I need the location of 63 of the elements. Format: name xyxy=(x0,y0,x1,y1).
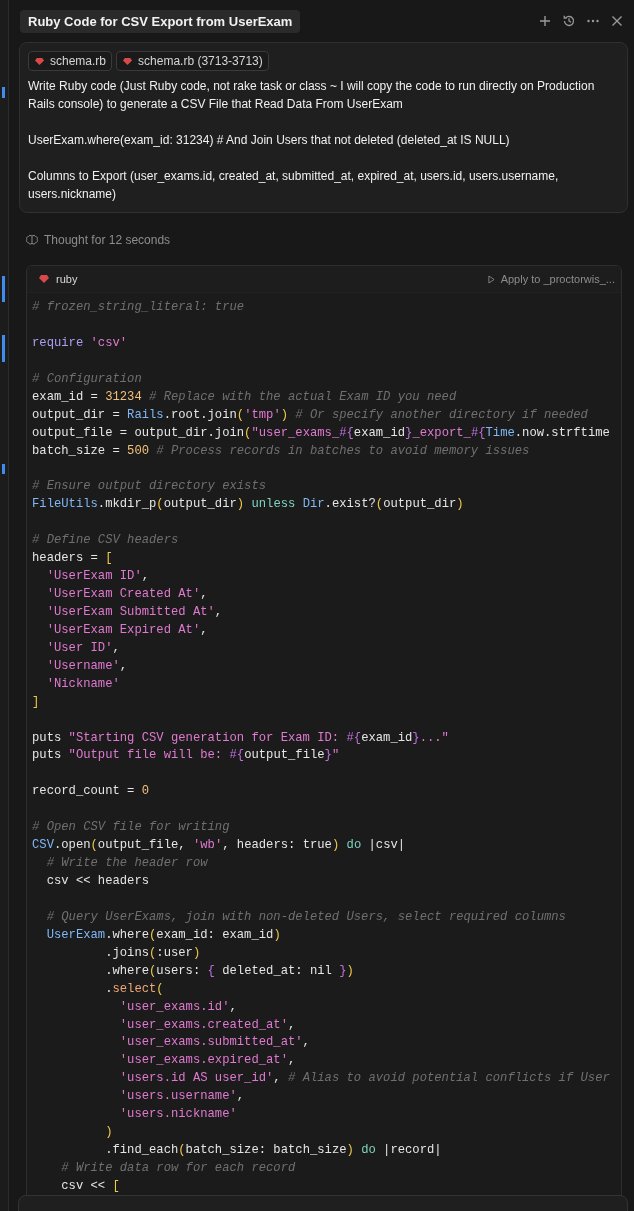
code-line: CSV.open(output_file, 'wb', headers: true) do |csv| xyxy=(32,837,406,855)
ruby-icon xyxy=(35,56,44,66)
change-marker xyxy=(2,464,5,474)
prompt-text: UserExam.where(exam_id: 31234) # And Join Users that not deleted (deleted_at IS NULL) xyxy=(28,132,511,149)
code-line: # Configuration xyxy=(32,370,142,388)
code-line: # Define CSV headers xyxy=(32,532,179,550)
code-line: headers = [ xyxy=(32,550,113,568)
change-marker xyxy=(2,335,5,362)
code-line: 'Username', xyxy=(45,657,128,675)
ruby-icon xyxy=(39,274,49,284)
code-line: .find_each(batch_size: batch_size) do |record| xyxy=(104,1142,442,1160)
code-line: .where(users: { deleted_at: nil }) xyxy=(104,962,354,980)
code-line: batch_size = 500 # Process records in batches to avoid memory issues xyxy=(32,442,530,460)
code-line: 'users.username', xyxy=(118,1088,245,1106)
add-icon[interactable] xyxy=(538,14,552,28)
code-line: record_count = 0 xyxy=(32,783,150,801)
code-line: 'User ID', xyxy=(45,639,120,657)
code-line: 'user_exams.id', xyxy=(118,998,237,1016)
file-chip[interactable]: schema.rb (3713-3713) xyxy=(116,51,269,71)
code-line: 'user_exams.created_at', xyxy=(118,1016,296,1034)
change-marker xyxy=(2,87,5,98)
change-marker xyxy=(2,276,5,302)
code-line: .joins(:user) xyxy=(104,944,201,962)
code-line: 'UserExam Submitted At', xyxy=(45,603,223,621)
file-chip[interactable]: schema.rb xyxy=(28,51,113,71)
play-icon xyxy=(487,274,495,284)
language-label: ruby xyxy=(56,273,78,285)
code-line: .select( xyxy=(104,980,164,998)
code-line: require 'csv' xyxy=(32,334,128,352)
code-line: # Write the header row xyxy=(45,855,208,873)
code-line: # frozen_string_literal: true xyxy=(32,299,245,316)
code-line: 'UserExam Created At', xyxy=(45,586,208,603)
code-line: # Ensure output directory exists xyxy=(32,478,267,496)
brain-icon xyxy=(25,234,39,246)
code-line: 'users.nickname' xyxy=(118,1106,237,1124)
apply-button[interactable]: Apply to _proctorwis_... xyxy=(487,273,615,285)
code-line: # Query UserExams, join with non-deleted Users, select required columns xyxy=(45,908,566,926)
code-line: output_file = output_dir.join("user_exams_#{exam_id}_export_#{Time.now.strftime xyxy=(32,424,610,442)
code-line: ) xyxy=(104,1124,113,1142)
code-line: csv << [ xyxy=(60,1177,120,1195)
code-line: exam_id = 31234 # Replace with the actual Exam ID you need xyxy=(32,388,457,406)
code-line: 'UserExam Expired At', xyxy=(45,621,208,639)
close-icon[interactable] xyxy=(610,14,624,28)
code-line: csv << headers xyxy=(45,873,150,890)
ruby-icon xyxy=(123,56,133,66)
code-line: UserExam.where(exam_id: exam_id) xyxy=(45,926,281,944)
chat-tab[interactable]: Ruby Code for CSV Export from UserExam xyxy=(20,9,301,33)
code-line: ] xyxy=(32,693,40,711)
code-line: FileUtils.mkdir_p(output_dir) unless Dir.exist?(output_dir) xyxy=(32,496,464,514)
code-line: 'user_exams.expired_at', xyxy=(118,1052,296,1070)
code-line: puts "Starting CSV generation for Exam ID: #{exam_id}..." xyxy=(32,729,449,747)
history-icon[interactable] xyxy=(562,14,576,28)
thought-label[interactable]: Thought for 12 seconds xyxy=(44,233,171,247)
code-line: 'UserExam ID', xyxy=(45,568,150,586)
code-line: puts "Output file will be: #{output_file}" xyxy=(32,747,340,765)
code-line: 'user_exams.submitted_at', xyxy=(118,1034,310,1052)
code-line: 'users.id AS user_id', # Alias to avoid potential conflicts if User xyxy=(118,1070,610,1088)
code-line: # Write data row for each record xyxy=(60,1160,296,1177)
code-line: 'Nickname' xyxy=(45,675,120,693)
prompt-text: Columns to Export (user_exams.id, created_at, submitted_at, expired_at, users.id, users.username, users.nickname) xyxy=(28,168,560,203)
code-line: output_dir = Rails.root.join('tmp') # Or specify another directory if needed xyxy=(32,406,588,424)
code-line: # Open CSV file for writing xyxy=(32,819,230,837)
prompt-text: Write Ruby code (Just Ruby code, not rake task or class ~ I will copy the code to run directly on Production Rails console) to generate a CSV File that Read Data From UserExam xyxy=(28,78,596,113)
